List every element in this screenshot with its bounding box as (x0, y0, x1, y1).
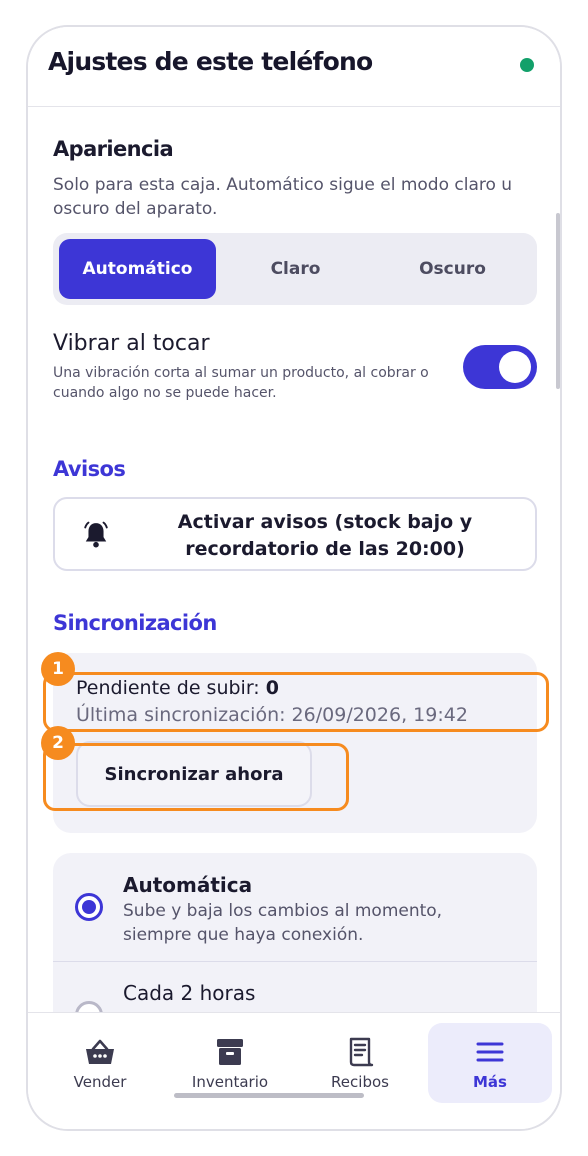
scrollbar[interactable] (556, 213, 560, 389)
nav-label-recibos: Recibos (331, 1073, 389, 1091)
nav-item-mas[interactable]: Más (428, 1023, 552, 1103)
vibration-toggle[interactable] (463, 345, 537, 389)
basket-icon (86, 1039, 114, 1064)
divider (53, 961, 537, 962)
appearance-title: Apariencia (53, 137, 174, 161)
callout-highlight-2 (43, 743, 349, 811)
nav-label-vender: Vender (73, 1073, 127, 1091)
appearance-description: Solo para esta caja. Automático sigue el… (53, 175, 513, 219)
sync-mode-desc-automatic: Sube y baja los cambios al momento, siem… (123, 901, 443, 945)
menu-icon (476, 1042, 504, 1062)
vibration-help: Una vibración corta al sumar un producto… (53, 365, 429, 401)
toggle-knob (499, 351, 531, 383)
theme-option-light[interactable]: Claro (217, 239, 374, 299)
nav-item-inventario[interactable]: Inventario (168, 1023, 292, 1103)
receipt-icon (349, 1037, 374, 1067)
enable-notices-line-2: recordatorio de las 20:00) (185, 538, 465, 560)
app-header: Ajustes de este teléfono (28, 27, 560, 107)
theme-segmented-control: Automático Claro Oscuro (53, 233, 537, 305)
sync-mode-title-2h: Cada 2 horas (123, 981, 256, 1005)
notices-title: Avisos (53, 457, 126, 481)
nav-item-vender[interactable]: Vender (38, 1023, 162, 1103)
sync-mode-radio-automatic[interactable] (75, 893, 103, 921)
theme-option-dark[interactable]: Oscuro (374, 239, 531, 299)
connection-status-dot (520, 58, 534, 72)
callout-highlight-1 (43, 672, 549, 732)
nav-item-recibos[interactable]: Recibos (298, 1023, 422, 1103)
enable-notices-label: Activar avisos (stock bajo y recordatori… (135, 509, 515, 563)
callout-badge-2: 2 (41, 726, 75, 760)
enable-notices-button[interactable]: Activar avisos (stock bajo y recordatori… (53, 497, 537, 571)
archive-box-icon (217, 1039, 243, 1065)
bell-icon (84, 521, 108, 548)
home-indicator (174, 1093, 364, 1098)
phone-frame: Ajustes de este teléfono Apariencia Solo… (26, 25, 562, 1131)
nav-label-inventario: Inventario (191, 1073, 269, 1091)
sync-mode-title-automatic: Automática (123, 873, 253, 897)
vibration-label: Vibrar al tocar (53, 331, 210, 356)
sync-title: Sincronización (53, 611, 217, 635)
enable-notices-line-1: Activar avisos (stock bajo y (177, 511, 473, 533)
theme-option-automatic[interactable]: Automático (59, 239, 216, 299)
callout-badge-1: 1 (41, 652, 75, 686)
page-title: Ajustes de este teléfono (48, 47, 373, 76)
nav-label-mas: Más (473, 1073, 507, 1091)
bottom-navigation: Vender Inventario Recibos Más (28, 1012, 560, 1129)
